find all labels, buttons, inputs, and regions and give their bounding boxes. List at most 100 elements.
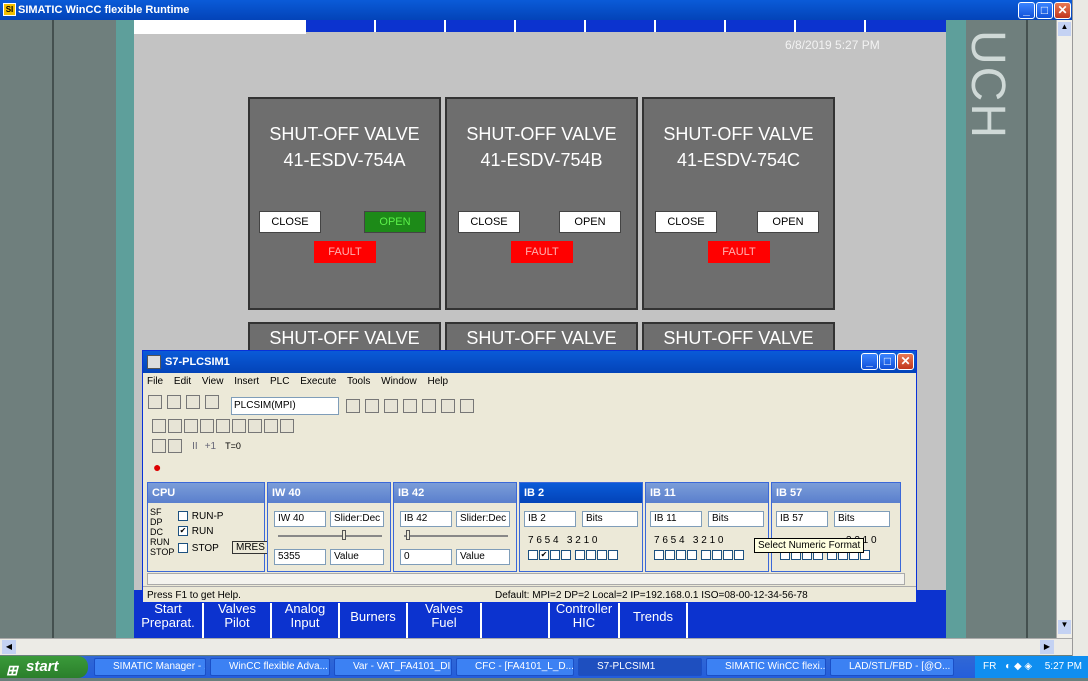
menu-window[interactable]: Window — [381, 376, 417, 387]
ib42-value-input[interactable]: 0 — [400, 549, 452, 565]
iw40-address-input[interactable]: IW 40 — [274, 511, 326, 527]
insert-toolbar — [151, 417, 351, 435]
pause-icon[interactable]: II — [192, 441, 198, 452]
run-option[interactable]: ✔ RUN — [178, 526, 213, 537]
open-button[interactable]: OPEN — [757, 211, 819, 233]
wincc-app-icon: SI — [3, 3, 16, 16]
plcsim-maximize-button[interactable]: □ — [879, 353, 896, 370]
date-time-display: 6/8/2019 5:27 PM — [785, 38, 880, 52]
help-pointer-icon[interactable] — [460, 399, 475, 413]
ib57-address-input[interactable]: IB 57 — [776, 511, 828, 527]
insert-generic-icon[interactable] — [232, 419, 246, 433]
plcsim-minimize-button[interactable]: _ — [861, 353, 878, 370]
iw40-slider-track[interactable] — [278, 535, 382, 537]
ib11-format-select[interactable]: Bits — [708, 511, 764, 527]
new-icon[interactable] — [148, 395, 162, 409]
insert-timer-icon[interactable] — [200, 419, 214, 433]
run-p-option[interactable]: RUN-P — [178, 511, 223, 522]
valve-panel-754c: SHUT-OFF VALVE 41-ESDV-754C CLOSE OPEN FA… — [642, 97, 835, 310]
ib2-format-select[interactable]: Bits — [582, 511, 638, 527]
step-icon[interactable]: +1 — [205, 441, 216, 452]
continuous-cycle-icon[interactable] — [168, 439, 182, 453]
iw40-format-select[interactable]: Slider:Dec — [330, 511, 384, 527]
language-indicator[interactable]: FR — [983, 661, 996, 672]
insert-bitmemory-icon[interactable] — [184, 419, 198, 433]
task-cfc[interactable]: CFC - [FA4101_L_D... — [456, 658, 574, 676]
close-button[interactable]: CLOSE — [259, 211, 321, 233]
menu-tools[interactable]: Tools — [347, 376, 370, 387]
open-button[interactable]: OPEN — [364, 211, 426, 233]
iw40-value-input[interactable]: 5355 — [274, 549, 326, 565]
stop-option[interactable]: STOP — [178, 543, 219, 554]
menu-view[interactable]: View — [202, 376, 224, 387]
paste-icon[interactable] — [384, 399, 399, 413]
task-s7-plcsim[interactable]: S7-PLCSIM1 — [578, 658, 702, 676]
scroll-up-arrow-icon[interactable]: ▲ — [1058, 22, 1071, 36]
ib42-address-input[interactable]: IB 42 — [400, 511, 452, 527]
menu-file[interactable]: File — [147, 376, 163, 387]
copy-icon[interactable] — [365, 399, 380, 413]
ib42-window: IB 42 IB 42 Slider:Dec 0 Value — [393, 482, 517, 572]
ib42-mode-select[interactable]: Value — [456, 549, 510, 565]
pin-icon[interactable] — [441, 399, 456, 413]
network-icon[interactable] — [403, 399, 418, 413]
close-button[interactable]: CLOSE — [458, 211, 520, 233]
close-button[interactable]: CLOSE — [655, 211, 717, 233]
menu-edit[interactable]: Edit — [174, 376, 191, 387]
task-simatic-manager[interactable]: SIMATIC Manager - ... — [94, 658, 206, 676]
task-var-vat[interactable]: Var - VAT_FA4101_DI — [334, 658, 452, 676]
print-icon[interactable] — [205, 395, 220, 409]
insert-stack-icon[interactable] — [264, 419, 278, 433]
grid-icon[interactable] — [422, 399, 437, 413]
ib42-format-select[interactable]: Slider:Dec — [456, 511, 510, 527]
plcsim-horizontal-scrollbar[interactable] — [147, 573, 905, 585]
ib11-bit-checkboxes[interactable] — [654, 549, 745, 561]
pushpin-icon[interactable]: ● — [153, 459, 161, 475]
maximize-button[interactable]: □ — [1036, 2, 1053, 19]
ib11-address-input[interactable]: IB 11 — [650, 511, 702, 527]
frame-divider — [1026, 20, 1028, 638]
mres-button[interactable]: MRES — [232, 541, 269, 554]
iw40-slider-thumb[interactable] — [342, 530, 346, 540]
task-wincc-flexible-adva[interactable]: WinCC flexible Adva... — [210, 658, 330, 676]
minimize-button[interactable]: _ — [1018, 2, 1035, 19]
menu-help[interactable]: Help — [427, 376, 448, 387]
save-icon[interactable] — [186, 395, 201, 409]
scroll-right-arrow-icon[interactable]: ▶ — [1040, 640, 1054, 654]
insert-block-icon[interactable] — [280, 419, 294, 433]
tray-icons[interactable]: ◐ ◆ ◈ — [1005, 661, 1032, 672]
menu-execute[interactable]: Execute — [300, 376, 336, 387]
frame-divider — [52, 20, 54, 638]
ib42-slider-track[interactable] — [404, 535, 508, 537]
valve-title: SHUT-OFF VALVE 41-ESDV-754B — [466, 124, 617, 170]
insert-vertical-icon[interactable] — [248, 419, 262, 433]
scroll-down-arrow-icon[interactable]: ▼ — [1058, 620, 1071, 634]
insert-output-icon[interactable] — [168, 419, 182, 433]
insert-counter-icon[interactable] — [216, 419, 230, 433]
ib2-address-input[interactable]: IB 2 — [524, 511, 576, 527]
ib2-bit-checkboxes[interactable]: ✔ — [528, 549, 619, 561]
menu-insert[interactable]: Insert — [234, 376, 259, 387]
open-button[interactable]: OPEN — [559, 211, 621, 233]
timer-reset[interactable]: T=0 — [225, 441, 241, 451]
insert-input-icon[interactable] — [152, 419, 166, 433]
menu-plc[interactable]: PLC — [270, 376, 289, 387]
side-title-text: UCH — [961, 30, 1014, 140]
cpu-window: CPU SF DP DC RUN STOP RUN-P ✔ RUN STOP MRES — [147, 482, 269, 572]
task-simatic-wincc-flexi[interactable]: SIMATIC WinCC flexi... — [706, 658, 826, 676]
valve-title: SHUT-OFF VALVE 41-ESDV-754A — [269, 124, 420, 170]
task-lad-stl-fbd[interactable]: LAD/STL/FBD - [@O... — [830, 658, 954, 676]
ib57-format-select[interactable]: Bits — [834, 511, 890, 527]
iw40-mode-select[interactable]: Value — [330, 549, 384, 565]
vertical-scrollbar[interactable]: ▲ ▼ — [1056, 20, 1072, 638]
start-button[interactable]: ⊞ start — [0, 656, 88, 678]
close-button[interactable]: ✕ — [1054, 2, 1071, 19]
cut-icon[interactable] — [346, 399, 360, 413]
horizontal-scrollbar[interactable]: ◀ ▶ — [0, 638, 1072, 655]
plcsim-close-button[interactable]: ✕ — [897, 353, 914, 370]
run-cycle-icon[interactable] — [152, 439, 166, 453]
connection-select[interactable]: PLCSIM(MPI) — [231, 397, 339, 415]
scroll-left-arrow-icon[interactable]: ◀ — [2, 640, 16, 654]
ib42-slider-thumb[interactable] — [406, 530, 410, 540]
open-icon[interactable] — [167, 395, 182, 409]
